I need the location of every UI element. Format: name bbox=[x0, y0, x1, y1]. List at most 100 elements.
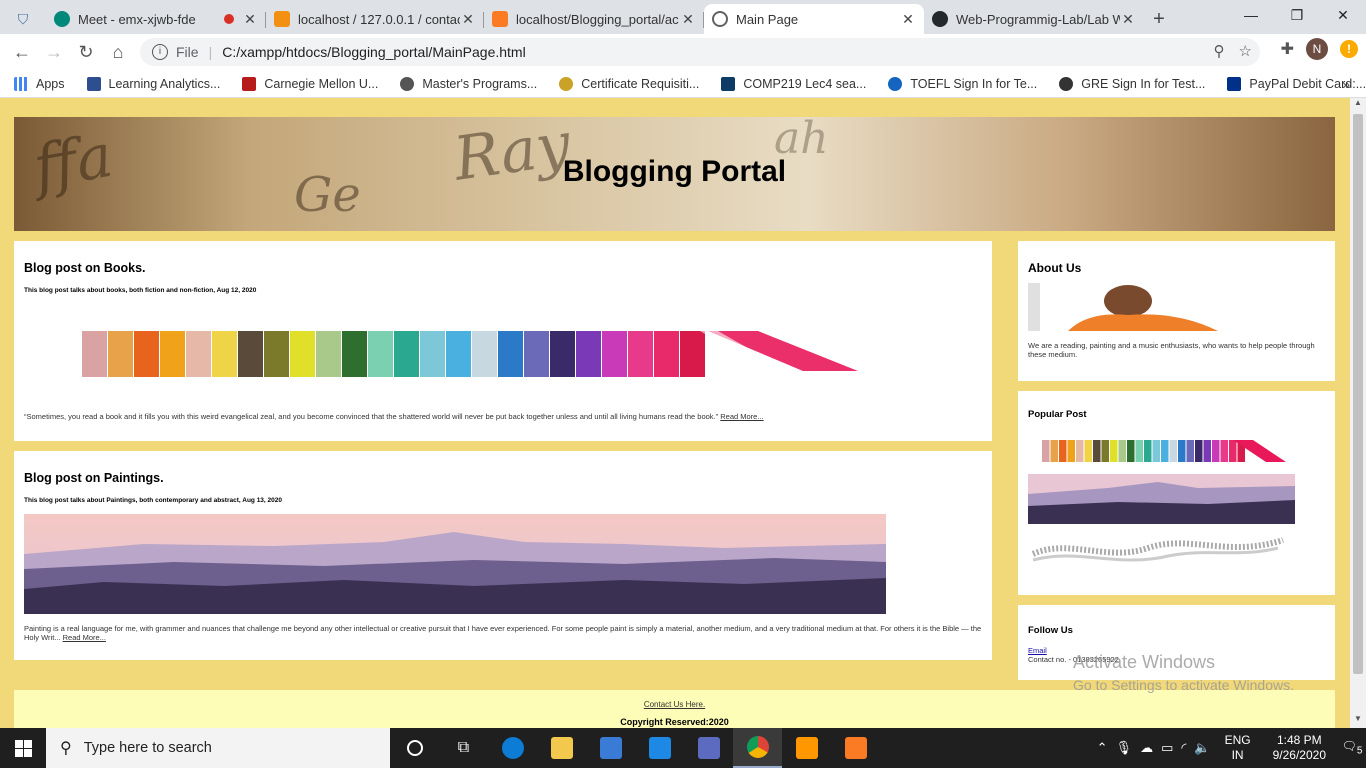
bookmark-label: Learning Analytics... bbox=[108, 76, 221, 91]
tab-meet[interactable]: Meet - emx-xjwb-fde ✕ bbox=[46, 4, 266, 34]
taskbar-chrome[interactable] bbox=[733, 728, 782, 768]
email-link[interactable]: Email bbox=[1028, 646, 1047, 655]
taskbar-app[interactable] bbox=[684, 728, 733, 768]
popular-books-thumbnail[interactable] bbox=[1028, 434, 1288, 470]
tab-phpmyadmin[interactable]: localhost / 127.0.0.1 / contact ✕ bbox=[266, 4, 484, 34]
book-spine bbox=[1050, 440, 1058, 462]
tab-close-icon[interactable]: ✕ bbox=[680, 11, 696, 28]
forward-button[interactable]: → bbox=[38, 36, 70, 68]
tab-close-icon[interactable]: ✕ bbox=[900, 11, 916, 28]
extensions-puzzle-icon[interactable]: ✚ bbox=[1281, 39, 1294, 59]
cortana-button[interactable] bbox=[390, 728, 439, 768]
taskbar-store[interactable] bbox=[586, 728, 635, 768]
cmu-icon bbox=[242, 76, 257, 91]
taskbar-edge[interactable] bbox=[488, 728, 537, 768]
zoom-icon[interactable]: ⚲ bbox=[1214, 42, 1225, 60]
book-spine bbox=[1144, 440, 1152, 462]
book-spine bbox=[212, 331, 237, 377]
taskbar-clock[interactable]: 1:48 PM 9/26/2020 bbox=[1273, 733, 1326, 763]
scrollbar-thumb[interactable] bbox=[1353, 114, 1363, 674]
recording-icon bbox=[224, 14, 234, 24]
follow-title: Follow Us bbox=[1028, 625, 1073, 636]
post-subtitle: This blog post talks about books, both f… bbox=[24, 287, 257, 294]
back-button[interactable]: ← bbox=[6, 36, 38, 68]
task-view-button[interactable]: ⧉ bbox=[439, 728, 488, 768]
start-button[interactable] bbox=[0, 728, 46, 768]
book-spine bbox=[420, 331, 445, 377]
clock-date: 9/26/2020 bbox=[1272, 748, 1326, 762]
book-spine bbox=[394, 331, 419, 377]
bookmark-carnegie-mellon[interactable]: Carnegie Mellon U... bbox=[242, 76, 378, 91]
scroll-up-icon[interactable]: ▲ bbox=[1350, 98, 1366, 112]
notification-count: 5 bbox=[1356, 745, 1363, 757]
volume-icon[interactable]: 🔈 bbox=[1194, 740, 1210, 756]
books-image bbox=[82, 331, 858, 377]
notification-center-button[interactable]: 🗨5 bbox=[1338, 739, 1366, 756]
taskbar-file-explorer[interactable] bbox=[537, 728, 586, 768]
url-text[interactable]: C:/xampp/htdocs/Blogging_portal/MainPage… bbox=[222, 44, 526, 60]
bookmark-masters-programs[interactable]: Master's Programs... bbox=[400, 76, 537, 91]
reload-button[interactable]: ↻ bbox=[70, 36, 102, 68]
book-spine bbox=[550, 331, 575, 377]
tab-close-icon[interactable]: ✕ bbox=[460, 11, 476, 28]
bookmarks-bar: Apps Learning Analytics... Carnegie Mell… bbox=[0, 70, 1366, 98]
bookmark-certificate[interactable]: Certificate Requisiti... bbox=[559, 76, 700, 91]
page-viewport: ffa Ray Ge ah Blogging Portal Blog post … bbox=[0, 98, 1350, 728]
read-more-link[interactable]: Read More... bbox=[720, 412, 763, 421]
maximize-button[interactable]: ❐ bbox=[1274, 0, 1320, 30]
post-excerpt: Painting is a real language for me, with… bbox=[24, 624, 984, 642]
tray-overflow-icon[interactable]: ⌃ bbox=[1097, 740, 1108, 756]
bookmark-star-icon[interactable]: ☆ bbox=[1239, 42, 1252, 60]
wifi-icon[interactable]: ◜ bbox=[1181, 740, 1186, 756]
bookmark-gre[interactable]: GRE Sign In for Test... bbox=[1059, 76, 1205, 91]
microphone-icon[interactable]: 🎙 bbox=[1116, 740, 1133, 756]
tab-github[interactable]: Web-Programmig-Lab/Lab W ✕ bbox=[924, 4, 1144, 34]
taskbar-search[interactable]: ⚲ Type here to search bbox=[46, 728, 390, 768]
bookmark-learning-analytics[interactable]: Learning Analytics... bbox=[86, 76, 221, 91]
back-arrow-icon: ← bbox=[13, 42, 31, 62]
read-more-link[interactable]: Read More... bbox=[63, 633, 106, 642]
taskbar-sublime[interactable] bbox=[782, 728, 831, 768]
tab-search-button[interactable]: ⛉ bbox=[0, 4, 46, 34]
popular-painting-thumbnail[interactable] bbox=[1028, 474, 1295, 524]
bookmark-label: Certificate Requisiti... bbox=[581, 76, 700, 91]
battery-icon[interactable]: ▭ bbox=[1161, 740, 1173, 756]
popular-music-thumbnail[interactable] bbox=[1028, 528, 1288, 572]
language-indicator[interactable]: ENG IN bbox=[1225, 733, 1251, 763]
taskbar-xampp[interactable] bbox=[831, 728, 880, 768]
profile-avatar[interactable]: N bbox=[1306, 38, 1328, 60]
book-spine bbox=[628, 331, 653, 377]
book-spine bbox=[186, 331, 211, 377]
book-spine bbox=[1067, 440, 1075, 462]
tab-main-page[interactable]: Main Page ✕ bbox=[704, 4, 924, 34]
update-alert-icon[interactable]: ! bbox=[1340, 40, 1358, 58]
sublime-icon bbox=[795, 737, 818, 759]
bookmark-label: COMP219 Lec4 sea... bbox=[743, 76, 867, 91]
book-spine bbox=[1152, 440, 1160, 462]
book-spine bbox=[576, 331, 601, 377]
bookmarks-overflow-icon[interactable]: » bbox=[1342, 76, 1350, 92]
tab-blogging-portal[interactable]: localhost/Blogging_portal/ac ✕ bbox=[484, 4, 704, 34]
new-tab-button[interactable]: + bbox=[1144, 4, 1174, 34]
info-icon[interactable]: i bbox=[152, 44, 168, 60]
book-spine bbox=[368, 331, 393, 377]
book-spine bbox=[1093, 440, 1101, 462]
home-button[interactable]: ⌂ bbox=[102, 36, 134, 68]
tab-close-icon[interactable]: ✕ bbox=[242, 11, 258, 28]
cloud-icon[interactable]: ☁ bbox=[1140, 740, 1153, 756]
minimize-button[interactable]: — bbox=[1228, 0, 1274, 30]
notification-icon: 🗨 bbox=[1341, 739, 1357, 754]
bookmark-toefl[interactable]: TOEFL Sign In for Te... bbox=[888, 76, 1037, 91]
bookmark-comp219[interactable]: COMP219 Lec4 sea... bbox=[721, 76, 867, 91]
address-bar[interactable]: i File | C:/xampp/htdocs/Blogging_portal… bbox=[140, 38, 1260, 66]
book-spine bbox=[134, 331, 159, 377]
scroll-down-icon[interactable]: ▼ bbox=[1350, 714, 1366, 728]
github-favicon-icon bbox=[932, 11, 948, 27]
bookmark-apps[interactable]: Apps bbox=[14, 76, 65, 91]
taskbar-mail[interactable] bbox=[635, 728, 684, 768]
close-window-button[interactable]: ✕ bbox=[1320, 0, 1366, 30]
page-scrollbar[interactable]: ▲ ▼ bbox=[1350, 98, 1366, 728]
tab-close-icon[interactable]: ✕ bbox=[1120, 11, 1136, 28]
contact-us-link[interactable]: Contact Us Here. bbox=[644, 700, 705, 709]
book-spine bbox=[1118, 440, 1126, 462]
